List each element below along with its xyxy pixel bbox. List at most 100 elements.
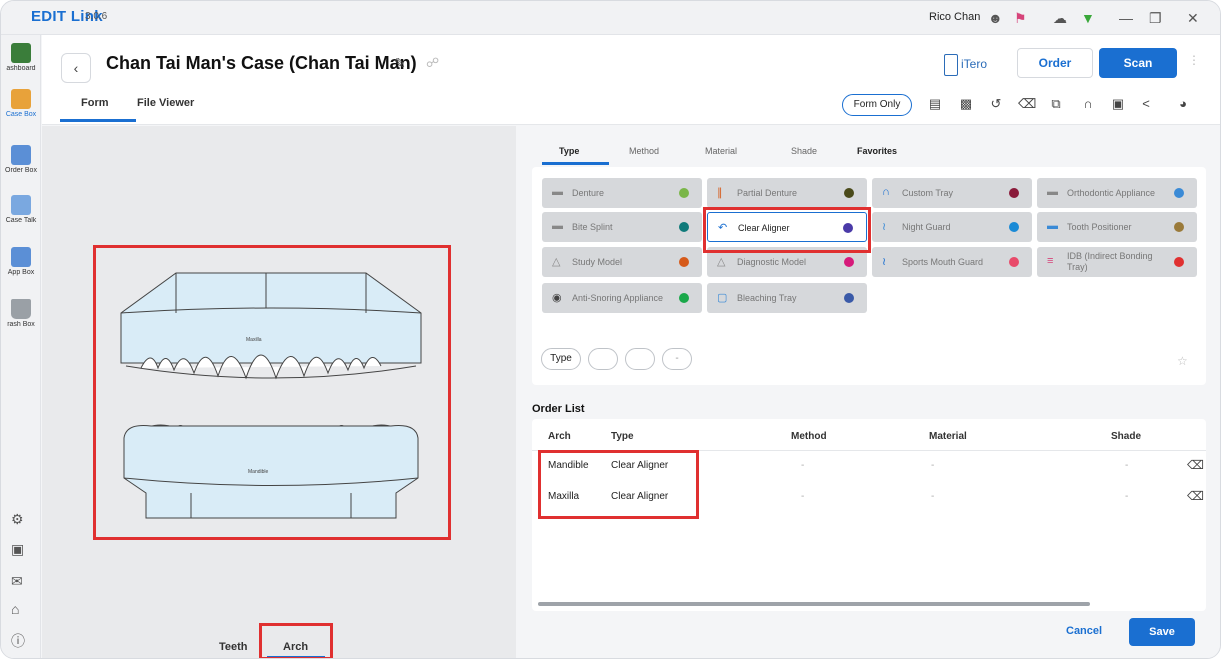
share-icon[interactable]: < (1138, 96, 1154, 111)
highlight-arch-diagram (93, 245, 451, 540)
row2-method: - (801, 491, 805, 502)
diagnostic-model-icon: △ (717, 256, 726, 268)
back-button[interactable]: ‹ (61, 53, 91, 83)
scan-button[interactable]: Scan (1099, 48, 1177, 78)
folder-icon[interactable]: ▣ (11, 541, 24, 558)
delete-icon[interactable]: ⌫ (1018, 96, 1036, 112)
tab-material[interactable]: Material (705, 146, 737, 156)
wifi-icon[interactable]: ▼ (1081, 9, 1095, 27)
type-sports-mouth-guard[interactable]: ≀ Sports Mouth Guard (872, 247, 1032, 277)
sidebar-item-case-box[interactable]: Case Box (1, 89, 41, 118)
tab-type[interactable]: Type (559, 146, 579, 156)
color-dot (844, 293, 854, 303)
clipboard-icon[interactable]: ▤ (927, 96, 943, 112)
type-night-guard[interactable]: ≀ Night Guard (872, 212, 1032, 242)
itero-button[interactable]: iTero (944, 49, 1002, 79)
tab-favorites[interactable]: Favorites (857, 146, 897, 156)
favorite-star-icon[interactable]: ☆ (1177, 354, 1188, 368)
type-anti-snoring-appliance[interactable]: ◉ Anti-Snoring Appliance (542, 283, 702, 313)
restore-icon[interactable]: ❐ (1149, 9, 1162, 27)
cancel-button[interactable]: Cancel (1066, 625, 1102, 637)
type-orthodontic-appliance[interactable]: ▬ Orthodontic Appliance (1037, 178, 1197, 208)
minimize-icon[interactable]: — (1119, 9, 1133, 27)
close-icon[interactable]: ✕ (1187, 9, 1199, 27)
night-guard-icon: ≀ (882, 221, 887, 233)
info-icon[interactable]: ⓘ (11, 631, 25, 651)
sidebar-item-trash-box[interactable]: rash Box (1, 299, 41, 328)
page-title: Chan Tai Man's Case (Chan Tai Man) (106, 53, 417, 73)
type-study-model[interactable]: △ Study Model (542, 247, 702, 277)
highlight-order-rows (538, 450, 699, 519)
notification-icon[interactable]: ⚑ (1014, 9, 1027, 27)
sidebar-item-case-talk[interactable]: Case Talk (1, 195, 41, 224)
link-icon[interactable]: ☍ (426, 55, 439, 71)
delete-row-icon[interactable]: ⌫ (1187, 489, 1204, 503)
attach-icon[interactable]: ∩ (1080, 96, 1096, 111)
save-button[interactable]: Save (1129, 618, 1195, 646)
chip-material[interactable] (625, 348, 655, 370)
highlight-clear-aligner (703, 207, 871, 253)
bite-splint-icon: ▬ (552, 220, 563, 232)
denture-icon: ▬ (552, 186, 563, 198)
chip-shade[interactable]: - (662, 348, 692, 370)
megaphone-icon[interactable]: ✉ (11, 573, 23, 590)
scanner-icon (944, 53, 958, 76)
color-dot (1009, 222, 1019, 232)
col-arch: Arch (548, 431, 571, 442)
study-model-icon: △ (552, 256, 561, 268)
case-header: ‹ Chan Tai Man's Case (Chan Tai Man) ✎ ☍… (42, 35, 1220, 125)
color-dot (679, 293, 689, 303)
chip-method[interactable] (588, 348, 618, 370)
color-dot (1174, 257, 1184, 267)
mouth-guard-icon: ≀ (882, 256, 887, 268)
orthodontic-icon: ▬ (1047, 186, 1058, 198)
tooth-positioner-icon: ▬ (1047, 220, 1058, 232)
idb-tray-icon: ≡ (1047, 255, 1054, 267)
sidebar-item-order-box[interactable]: Order Box (1, 145, 41, 174)
type-bleaching-tray[interactable]: ▢ Bleaching Tray (707, 283, 867, 313)
partial-denture-icon: ∥ (717, 187, 723, 199)
copy-icon[interactable]: ⧉ (1048, 96, 1064, 112)
case-talk-icon (11, 195, 31, 215)
cloud-icon[interactable]: ☁ (1053, 9, 1067, 27)
order-button[interactable]: Order (1017, 48, 1093, 78)
type-bite-splint[interactable]: ▬ Bite Splint (542, 212, 702, 242)
delete-row-icon[interactable]: ⌫ (1187, 458, 1204, 472)
tab-teeth[interactable]: Teeth (219, 641, 248, 653)
color-dot (844, 188, 854, 198)
col-type: Type (611, 431, 634, 442)
color-dot (1009, 188, 1019, 198)
edit-box-icon[interactable]: ▣ (1110, 96, 1126, 112)
highlight-arch-tab (259, 623, 333, 658)
tab-method[interactable]: Method (629, 146, 659, 156)
user-icon[interactable]: ☻ (988, 9, 1003, 27)
help-icon[interactable]: ◕ (1175, 96, 1191, 111)
history-icon[interactable]: ↺ (988, 96, 1004, 112)
sidebar-item-app-box[interactable]: App Box (1, 247, 41, 276)
col-shade: Shade (1111, 431, 1142, 442)
tab-file-viewer[interactable]: File Viewer (137, 97, 194, 109)
form-only-toggle[interactable]: Form Only (842, 94, 912, 116)
col-method: Method (791, 431, 827, 442)
settings-icon[interactable]: ⚙ (11, 511, 24, 528)
type-partial-denture[interactable]: ∥ Partial Denture (707, 178, 867, 208)
app-box-icon (11, 247, 31, 267)
type-denture[interactable]: ▬ Denture (542, 178, 702, 208)
type-tooth-positioner[interactable]: ▬ Tooth Positioner (1037, 212, 1197, 242)
row2-shade: - (1125, 491, 1129, 502)
sidebar-item-dashboard[interactable]: ashboard (1, 43, 41, 72)
horizontal-scrollbar[interactable] (538, 602, 1090, 606)
chip-type[interactable]: Type (541, 348, 581, 370)
pencil-icon[interactable]: ✎ (394, 55, 406, 72)
tab-form[interactable]: Form (81, 97, 109, 109)
color-dot (844, 257, 854, 267)
tab-shade[interactable]: Shade (791, 146, 817, 156)
type-custom-tray[interactable]: ∩ Custom Tray (872, 178, 1032, 208)
home-icon[interactable]: ⌂ (11, 601, 19, 617)
note-icon[interactable]: ▩ (958, 96, 974, 112)
order-box-icon (11, 145, 31, 165)
bleaching-tray-icon: ▢ (717, 292, 728, 304)
user-name[interactable]: Rico Chan (929, 11, 980, 23)
type-idb-tray[interactable]: ≡ IDB (Indirect Bonding Tray) (1037, 247, 1197, 277)
more-options-icon[interactable]: ⋮ (1188, 53, 1200, 67)
